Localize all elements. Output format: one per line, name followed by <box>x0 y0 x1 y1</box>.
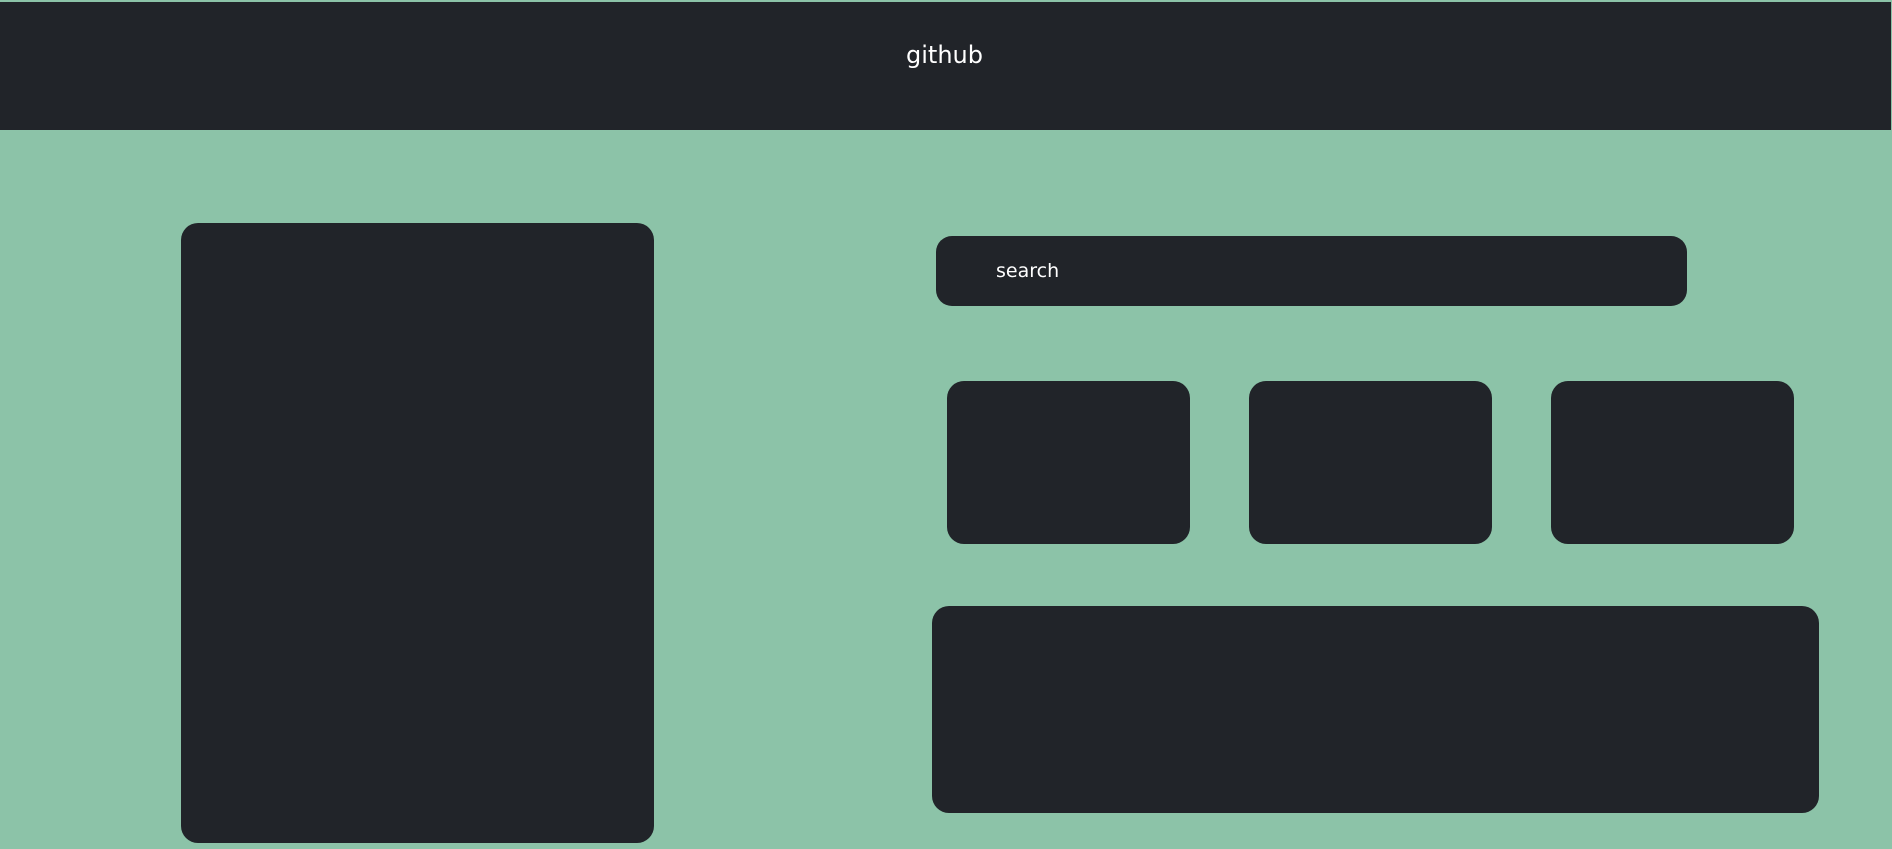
stat-card <box>1551 381 1794 544</box>
profile-panel <box>181 223 654 843</box>
search-bar[interactable] <box>936 236 1687 306</box>
repository-list-panel <box>932 606 1819 813</box>
top-navigation-bar: github <box>0 2 1891 130</box>
search-input[interactable] <box>996 254 1636 288</box>
stat-card <box>947 381 1190 544</box>
app-title: github <box>906 41 983 69</box>
stat-card <box>1249 381 1492 544</box>
